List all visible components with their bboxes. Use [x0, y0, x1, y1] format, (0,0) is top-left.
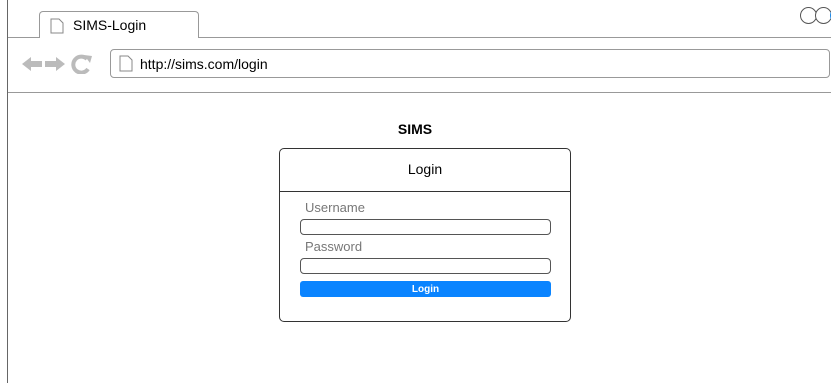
username-input[interactable]	[300, 219, 551, 235]
window-controls	[800, 7, 831, 25]
login-button[interactable]: Login	[300, 281, 551, 297]
arrow-left-icon[interactable]	[21, 54, 43, 74]
app-title: SIMS	[397, 121, 433, 137]
arrow-right-icon[interactable]	[44, 54, 66, 74]
browser-window: SIMS-Login http://sims.com/login SIMS Lo…	[7, 0, 831, 383]
page-icon	[119, 55, 133, 72]
password-input[interactable]	[300, 258, 551, 274]
reload-icon[interactable]	[71, 54, 93, 74]
url-text: http://sims.com/login	[140, 56, 268, 72]
password-label: Password	[305, 239, 363, 254]
login-card: Login Username Password Login	[279, 148, 571, 322]
tab-title: SIMS-Login	[73, 17, 147, 33]
tab-sims-login[interactable]: SIMS-Login	[39, 11, 199, 38]
username-label: Username	[305, 200, 365, 215]
maximize-button[interactable]	[815, 7, 831, 24]
login-card-header: Login	[280, 149, 570, 192]
address-bar[interactable]: http://sims.com/login	[110, 49, 830, 78]
tab-strip: SIMS-Login	[8, 0, 831, 38]
page-icon	[50, 18, 64, 34]
navigation-bar: http://sims.com/login	[8, 38, 831, 93]
page-content: SIMS Login Username Password Login	[8, 93, 831, 383]
